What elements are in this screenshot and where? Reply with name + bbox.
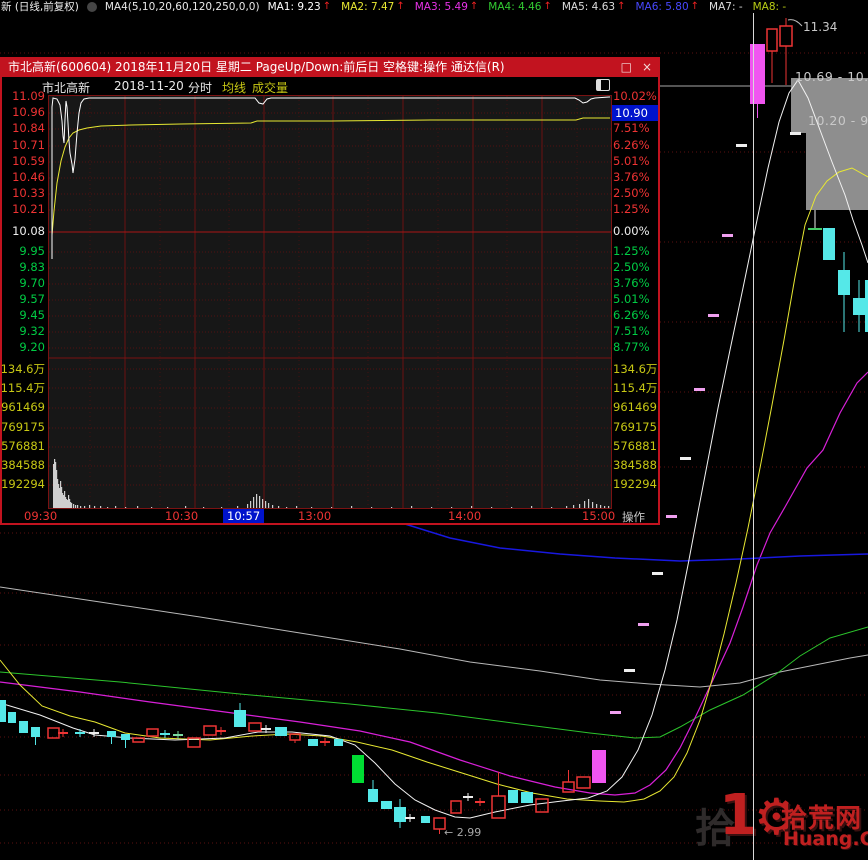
price-axis-label: 9.45 xyxy=(0,308,45,322)
price-axis-label: 10.71 xyxy=(0,138,45,152)
percent-axis-label: 5.01% xyxy=(613,292,650,306)
current-price-badge: 10.90 xyxy=(612,105,658,121)
ma-legend-item: MA5: 4.63↑ xyxy=(562,1,626,13)
price-axis-label: 9.83 xyxy=(0,260,45,274)
maximize-button[interactable]: □ xyxy=(621,58,632,77)
time-axis-label: 15:00 xyxy=(582,509,615,523)
ma-blue xyxy=(405,524,868,561)
date-label: 2018-11-20 xyxy=(114,79,184,93)
price-axis-label: 10.46 xyxy=(0,170,45,184)
watermark: 拾 1⚙ 拾荒网 Huang.CN xyxy=(693,786,868,858)
volume-axis-label: 384588 xyxy=(0,458,45,472)
volume-axis-label: 192294 xyxy=(0,477,45,491)
ma-legend-item: MA1: 9.23↑ xyxy=(268,1,332,13)
intraday-plot-area[interactable] xyxy=(48,95,612,509)
percent-axis-label: 3.76% xyxy=(613,170,650,184)
range-box2-label: 10.20 - 9.46 xyxy=(808,113,868,128)
price-axis-label: 9.57 xyxy=(0,292,45,306)
popup-title-bar[interactable]: 市北高新(600604) 2018年11月20日 星期二 PageUp/Down… xyxy=(2,58,658,77)
time-axis-label: 10:30 xyxy=(165,509,198,523)
top-info-bar: 新 (日线,前复权) MA4(5,10,20,60,120,250,0,0) M… xyxy=(0,0,868,13)
price-axis-label: 10.08 xyxy=(0,224,45,238)
volume-axis-label-right: 576881 xyxy=(613,439,657,453)
percent-axis-label: 1.25% xyxy=(613,244,650,258)
price-axis-label: 10.33 xyxy=(0,186,45,200)
stock-name-label: 市北高新 xyxy=(42,79,90,96)
tab-volume[interactable]: 成交量 xyxy=(252,79,288,96)
action-menu-label[interactable]: 操作 xyxy=(622,509,645,525)
ma-legend: MA1: 9.23↑ MA2: 7.47↑ MA3: 5.49↑ MA4: 4.46↑… xyxy=(268,1,787,13)
percent-axis-label: 0.00% xyxy=(613,224,650,238)
crosshair-vertical-line xyxy=(753,13,754,860)
price-axis-label: 10.96 xyxy=(0,105,45,119)
volume-axis-label: 576881 xyxy=(0,439,45,453)
intraday-average-line xyxy=(52,118,610,235)
price-axis-label: 9.70 xyxy=(0,276,45,290)
price-axis-label: 9.32 xyxy=(0,324,45,338)
tab-average-line[interactable]: 均线 xyxy=(222,79,246,96)
time-axis-label: 09:30 xyxy=(24,509,57,523)
symbol-period-label: 新 (日线,前复权) xyxy=(1,0,79,14)
price-axis-label: 10.84 xyxy=(0,121,45,135)
tab-intraday[interactable]: 分时 xyxy=(188,79,212,96)
tdx-app-window: 新 (日线,前复权) MA4(5,10,20,60,120,250,0,0) M… xyxy=(0,0,868,860)
watermark-domain: Huang.CN xyxy=(783,828,868,850)
percent-axis-label: 7.51% xyxy=(613,121,650,135)
price-axis-label: 9.20 xyxy=(0,340,45,354)
volume-axis-label: 134.6万 xyxy=(0,361,45,377)
volume-axis-label: 961469 xyxy=(0,400,45,414)
low-price-annotation: ← 2.99 xyxy=(444,826,481,839)
volume-axis-label: 115.4万 xyxy=(0,380,45,396)
popup-title-text: 市北高新(600604) 2018年11月20日 星期二 PageUp/Down… xyxy=(8,58,505,77)
time-axis-label: 14:00 xyxy=(448,509,481,523)
ma-legend-item: MA6: 5.80↑ xyxy=(635,1,699,13)
ma-gray xyxy=(0,587,868,687)
price-axis-label: 9.95 xyxy=(0,244,45,258)
percent-axis-label: 10.02% xyxy=(613,89,657,103)
percent-axis-label: 8.77% xyxy=(613,340,650,354)
percent-axis-label: 6.26% xyxy=(613,138,650,152)
percent-axis-label: 7.51% xyxy=(613,324,650,338)
popup-info-row: 市北高新 2018-11-20 分时 均线 成交量 xyxy=(0,79,660,95)
price-axis-label: 10.21 xyxy=(0,202,45,216)
percent-axis-label: 6.26% xyxy=(613,308,650,322)
indicator-params-label: MA4(5,10,20,60,120,250,0,0) xyxy=(105,1,260,13)
crosshair-time-badge: 10:57 xyxy=(223,509,264,523)
restore-window-icon[interactable] xyxy=(596,79,610,91)
volume-axis-label-right: 115.4万 xyxy=(613,380,657,396)
volume-axis-label-right: 961469 xyxy=(613,400,657,414)
time-axis: 09:30 10:30 10:57 13:00 14:00 15:00 操作 xyxy=(0,509,660,524)
ma-legend-item: MA4: 4.46↑ xyxy=(488,1,552,13)
volume-axis-label-right: 192294 xyxy=(613,477,657,491)
percent-axis-label: 2.50% xyxy=(613,186,650,200)
volume-axis-label-right: 134.6万 xyxy=(613,361,657,377)
percent-axis-label: 3.76% xyxy=(613,276,650,290)
ma-legend-item: MA3: 5.49↑ xyxy=(415,1,479,13)
adjust-price-icon[interactable] xyxy=(87,2,97,12)
ma-legend-item: MA8: - xyxy=(753,1,787,13)
range-box1-label: 10.69 - 10.20 xyxy=(795,69,868,84)
time-axis-label: 13:00 xyxy=(298,509,331,523)
close-button[interactable]: × xyxy=(642,58,652,77)
high-price-annotation: 11.34 xyxy=(803,20,837,34)
price-axis-label: 10.59 xyxy=(0,154,45,168)
ma-legend-item: MA2: 7.47↑ xyxy=(341,1,405,13)
percent-axis-label: 5.01% xyxy=(613,154,650,168)
volume-axis-label: 769175 xyxy=(0,420,45,434)
ma-green xyxy=(0,627,868,738)
percent-axis-label: 1.25% xyxy=(613,202,650,216)
ma-legend-item: MA7: - xyxy=(709,1,743,13)
price-axis-label: 11.09 xyxy=(0,89,45,103)
percent-axis-label: 2.50% xyxy=(613,260,650,274)
volume-axis-label-right: 384588 xyxy=(613,458,657,472)
volume-axis-label-right: 769175 xyxy=(613,420,657,434)
intraday-popup-window: 市北高新(600604) 2018年11月20日 星期二 PageUp/Down… xyxy=(0,57,660,525)
